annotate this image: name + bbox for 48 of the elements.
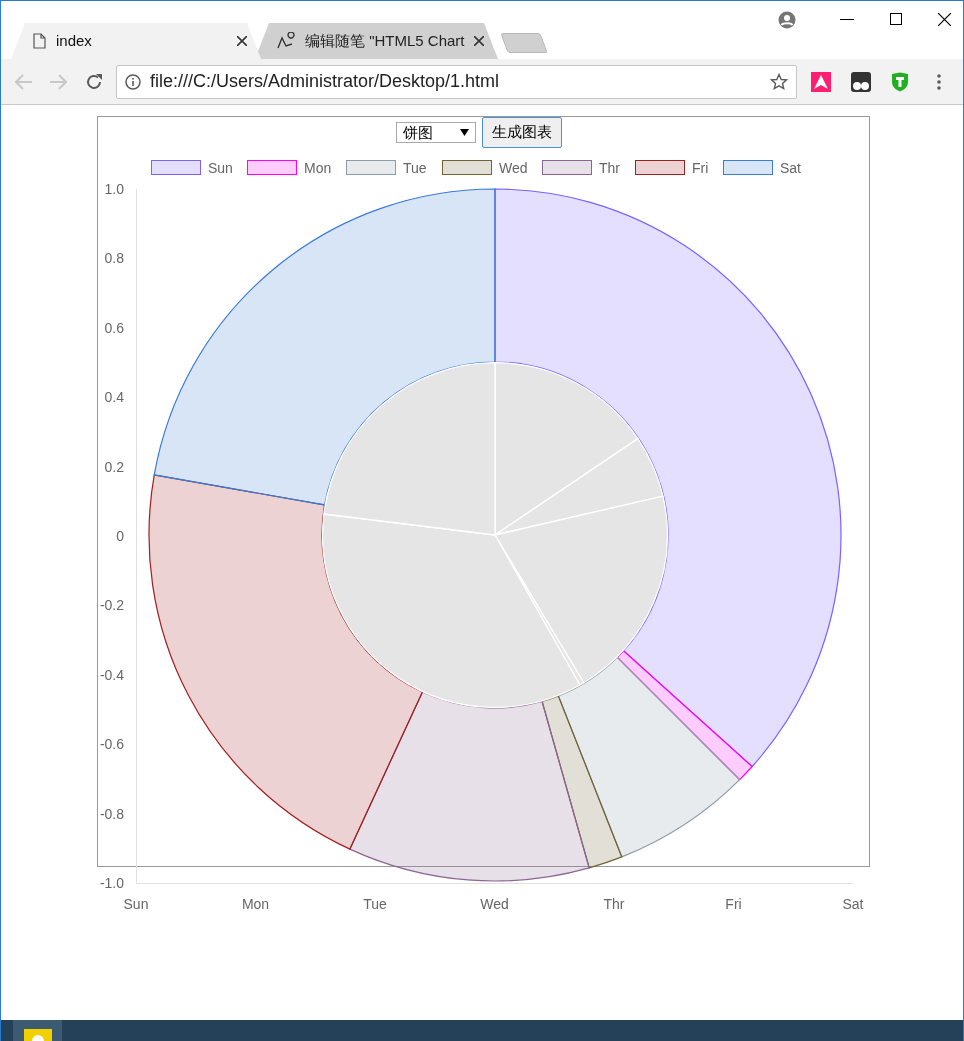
browser-tab[interactable]: index	[11, 23, 261, 59]
profile-icon[interactable]	[778, 11, 796, 29]
close-tab-icon[interactable]	[237, 36, 247, 46]
caret-icon	[460, 129, 469, 136]
y-tick-label: -0.8	[99, 805, 124, 822]
legend-label: Fri	[692, 160, 709, 176]
bookmark-star-icon[interactable]	[770, 72, 788, 91]
x-tick-label: Tue	[363, 896, 387, 912]
y-tick-label: 0	[116, 528, 124, 544]
x-tick-label: Mon	[241, 896, 270, 912]
y-tick-label: 0.8	[104, 250, 124, 267]
generate-chart-button[interactable]: 生成图表	[482, 117, 562, 148]
legend-label: Thr	[599, 160, 620, 176]
y-tick-label: 0.4	[104, 389, 124, 406]
x-tick-label: Thr	[603, 896, 625, 912]
info-icon[interactable]	[125, 73, 141, 90]
x-tick-label: Sat	[842, 896, 864, 912]
y-tick-label: -1.0	[99, 875, 124, 891]
close-tab-icon[interactable]	[474, 36, 484, 46]
y-tick-label: -0.2	[99, 597, 124, 614]
address-text: file:///C:/Users/Administrator/Desktop/1.html	[150, 70, 500, 93]
chart-type-select[interactable]: 饼图	[396, 122, 476, 143]
legend-label: Wed	[499, 160, 528, 176]
legend-label: Sun	[208, 160, 233, 176]
y-tick-label: -0.4	[99, 666, 124, 683]
reload-icon[interactable]	[85, 72, 103, 91]
minimize-icon[interactable]	[840, 19, 854, 21]
y-tick-label: 1.0	[104, 181, 124, 197]
page-icon	[33, 33, 46, 49]
pen-icon	[277, 32, 295, 50]
extension-glasses-icon[interactable]	[851, 71, 871, 92]
y-tick-label: 0.2	[104, 458, 124, 475]
taskbar-app-button[interactable]	[13, 1020, 62, 1041]
x-tick-label: Sun	[123, 896, 149, 912]
extension-arrow-icon[interactable]	[811, 71, 831, 92]
menu-icon[interactable]	[937, 73, 941, 90]
x-tick-label: Fri	[725, 896, 742, 912]
legend-label: Sat	[780, 160, 801, 176]
extension-shield-icon[interactable]	[891, 71, 909, 92]
legend-label: Tue	[403, 160, 427, 176]
maximize-icon[interactable]	[890, 13, 902, 25]
legend-label: Mon	[304, 160, 332, 176]
y-tick-label: 0.6	[104, 319, 124, 336]
address-field[interactable]: file:///C:/Users/Administrator/Desktop/1.html	[116, 64, 797, 99]
x-tick-label: Wed	[480, 896, 509, 912]
close-icon[interactable]	[938, 13, 951, 26]
app-icon	[23, 1029, 52, 1041]
y-tick-label: -0.6	[99, 736, 124, 753]
